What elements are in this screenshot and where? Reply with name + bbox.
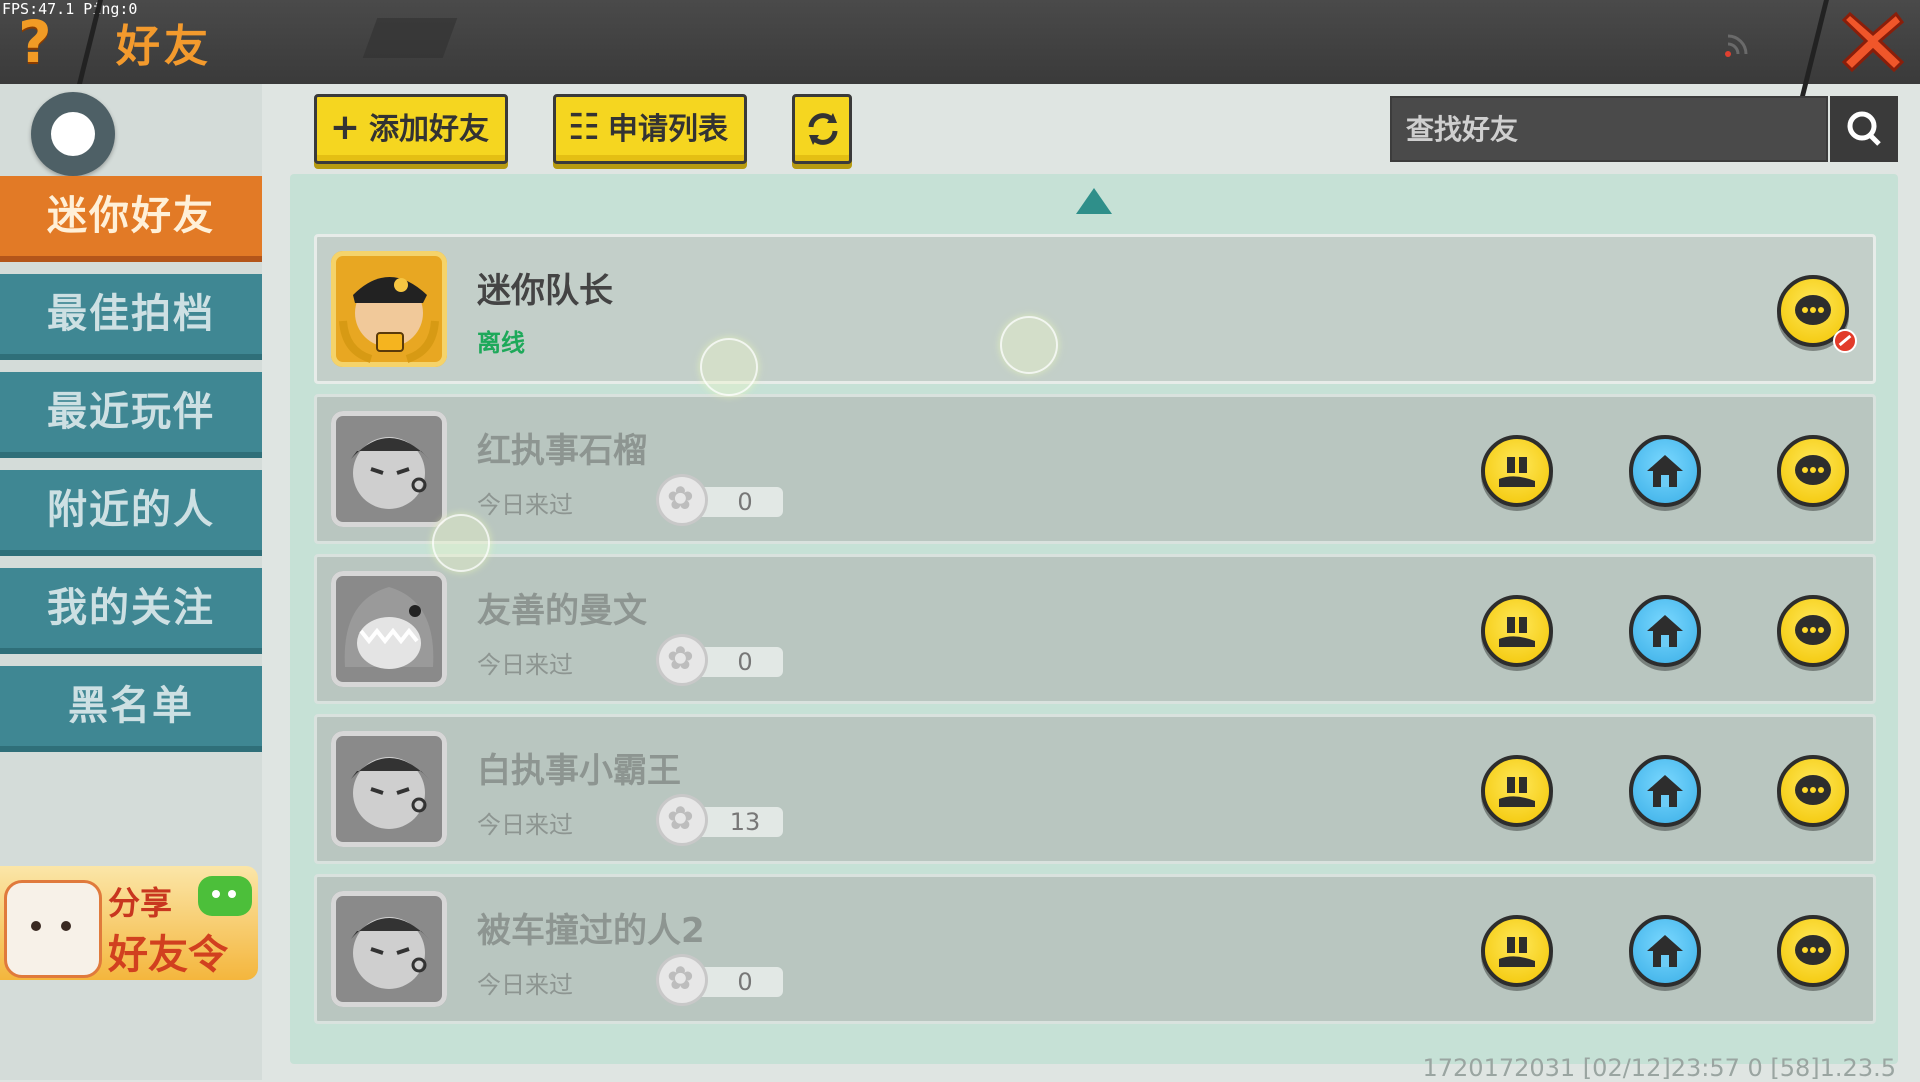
friend-row[interactable]: 友善的曼文 今日来过 0 [314,554,1876,704]
chat-bubble-icon [1795,775,1831,805]
flower-counter: 13 [659,797,783,843]
friend-name: 白执事小霸王 [477,751,681,791]
friend-name: 迷你队长 [477,271,613,311]
refresh-icon [808,113,838,145]
sidebar-item-best-partner[interactable]: 最佳拍档 [0,274,262,360]
player-avatar[interactable] [31,92,115,176]
flower-icon [659,637,705,683]
visit-home-button[interactable] [1629,435,1701,507]
friend-name: 被车撞过的人2 [477,911,705,951]
chat-button[interactable] [1777,595,1849,667]
search-button[interactable] [1830,96,1898,162]
request-list-button[interactable]: ☷ 申请列表 [553,94,747,164]
sidebar-item-following[interactable]: 我的关注 [0,568,262,654]
plus-icon: + [329,107,361,148]
friend-row[interactable]: 白执事小霸王 今日来过 13 [314,714,1876,864]
online-status: 离线 [477,329,525,357]
request-list-label: 申请列表 [608,112,728,147]
chat-button[interactable] [1777,275,1857,353]
friend-name: 友善的曼文 [477,591,647,631]
close-icon[interactable] [1838,6,1908,76]
chat-bubble-icon [1795,295,1831,325]
flower-count: 0 [737,968,753,996]
search-input[interactable] [1392,98,1832,160]
friend-row[interactable]: 红执事石榴 今日来过 0 [314,394,1876,544]
friend-avatar [331,571,447,687]
search-icon [1847,111,1881,146]
share-label: 分享 [108,884,173,922]
visited-status: 今日来过 [477,811,573,839]
chat-bubble-icon [1795,615,1831,645]
chat-bubble-icon [1795,455,1831,485]
signal-icon [1725,34,1748,57]
flower-icon [659,477,705,523]
blocked-badge-icon [1833,329,1857,353]
gift-button[interactable] [1481,755,1553,827]
floating-bubble [432,514,490,572]
flower-counter: 0 [659,477,783,523]
floating-bubble [1000,316,1058,374]
friend-avatar [331,251,447,367]
sidebar-item-recent-players[interactable]: 最近玩伴 [0,372,262,458]
flower-counter: 0 [659,637,783,683]
visited-status: 今日来过 [477,651,573,679]
share-sublabel: 好友令 [108,932,228,978]
floating-bubble [700,338,758,396]
chat-button[interactable] [1777,755,1849,827]
scroll-up-arrow-icon[interactable] [1076,188,1112,214]
flower-count: 0 [737,648,753,676]
visit-home-button[interactable] [1629,755,1701,827]
gift-hand-icon [1499,457,1535,487]
friend-row[interactable]: 迷你队长 离线 [314,234,1876,384]
chat-bubble-icon [1795,935,1831,965]
help-button[interactable]: ? [18,10,74,74]
home-icon [1647,455,1683,487]
add-friend-label: 添加好友 [369,112,489,147]
chat-button[interactable] [1777,915,1849,987]
gift-hand-icon [1499,937,1535,967]
friend-avatar [331,411,447,527]
visited-status: 今日来过 [477,491,573,519]
friend-avatar [331,731,447,847]
search-box [1390,96,1832,162]
build-info: 1720172031 [02/12]23:57 0 [58]1.23.5 [1422,1054,1896,1082]
sidebar-item-nearby[interactable]: 附近的人 [0,470,262,556]
home-icon [1647,935,1683,967]
friend-row[interactable]: 被车撞过的人2 今日来过 0 [314,874,1876,1024]
sidebar-item-mini-friends[interactable]: 迷你好友 [0,176,262,262]
chat-button[interactable] [1777,435,1849,507]
friend-avatar [331,891,447,1007]
visit-home-button[interactable] [1629,595,1701,667]
home-icon [1647,615,1683,647]
home-icon [1647,775,1683,807]
wechat-icon [198,876,252,916]
header-divider-right [1800,0,1829,96]
add-friend-button[interactable]: + 添加好友 [314,94,508,164]
refresh-button[interactable] [792,94,852,164]
sidebar-item-blacklist[interactable]: 黑名单 [0,666,262,752]
flower-icon [659,797,705,843]
gift-hand-icon [1499,777,1535,807]
share-friend-code-banner[interactable]: 分享 好友令 [0,866,258,980]
visited-status: 今日来过 [477,971,573,999]
flower-count: 0 [737,488,753,516]
top-bar: FPS:47.1 Ping:0 ? 好友 [0,0,1920,96]
flower-icon [659,957,705,1003]
gift-button[interactable] [1481,435,1553,507]
flower-counter: 0 [659,957,783,1003]
visit-home-button[interactable] [1629,915,1701,987]
page-title: 好友 [116,21,212,72]
header-decoration [362,18,458,58]
flower-count: 13 [729,808,761,836]
gift-button[interactable] [1481,915,1553,987]
mascot-icon [4,880,102,978]
gift-hand-icon [1499,617,1535,647]
friend-name: 红执事石榴 [477,431,647,471]
list-icon: ☷ [567,107,601,148]
gift-button[interactable] [1481,595,1553,667]
